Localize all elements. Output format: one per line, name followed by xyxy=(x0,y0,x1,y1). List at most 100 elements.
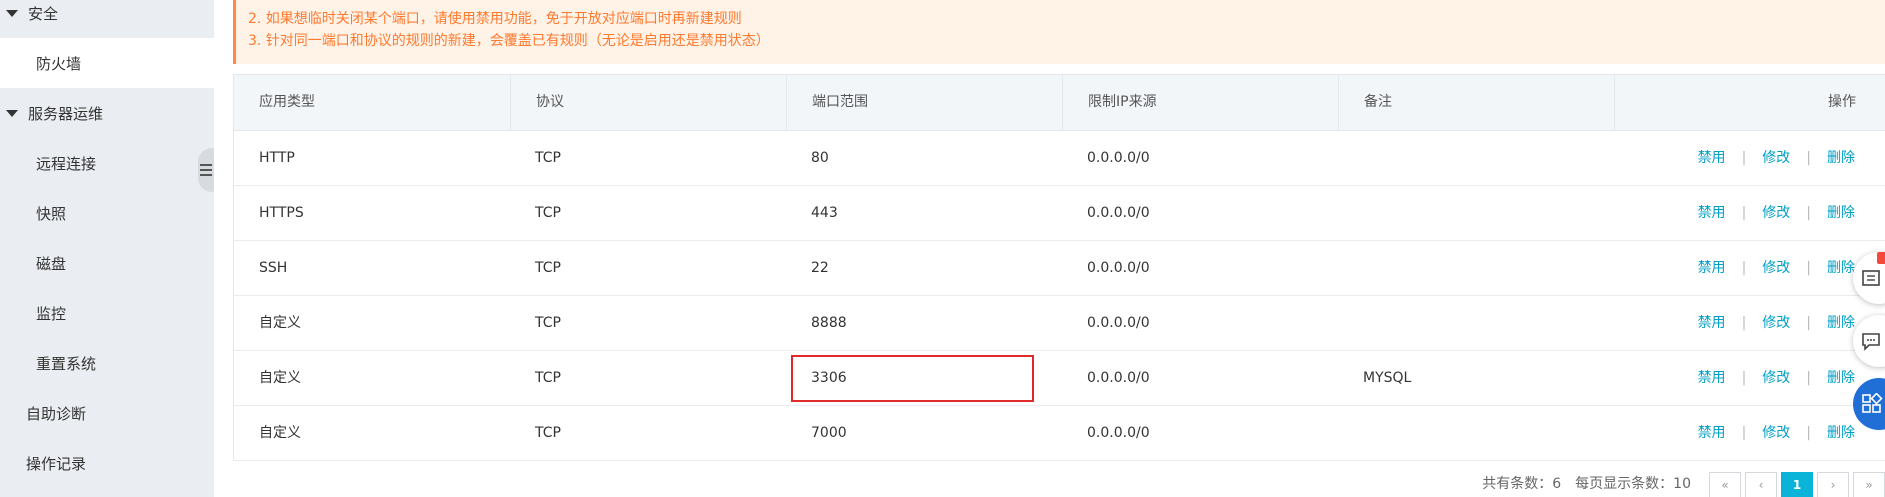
notification-badge xyxy=(1877,252,1885,264)
sidebar-item-label: 安全 xyxy=(28,4,59,23)
sidebar-section-server-ops[interactable]: 服务器运维 xyxy=(0,88,214,138)
action-separator: | xyxy=(1806,425,1811,441)
cell-port: 80 xyxy=(811,150,829,166)
column-header-protocol: 协议 xyxy=(510,75,786,130)
cell-protocol: TCP xyxy=(535,260,561,276)
table-row: HTTP TCP 80 0.0.0.0/0 禁用 | 修改 | 删除 xyxy=(233,131,1885,186)
row-actions: 禁用 | 修改 | 删除 xyxy=(1698,351,1855,405)
disable-link[interactable]: 禁用 xyxy=(1698,315,1726,331)
edit-link[interactable]: 修改 xyxy=(1762,150,1790,166)
row-actions: 禁用 | 修改 | 删除 xyxy=(1698,296,1855,350)
sidebar-item-monitor[interactable]: 监控 xyxy=(0,288,214,338)
edit-link[interactable]: 修改 xyxy=(1762,315,1790,331)
action-separator: | xyxy=(1806,315,1811,331)
current-page-button[interactable]: 1 xyxy=(1781,472,1813,497)
action-separator: | xyxy=(1741,315,1747,331)
cell-protocol: TCP xyxy=(535,425,561,441)
sidebar-section-security[interactable]: 安全 xyxy=(0,0,214,38)
action-separator: | xyxy=(1806,370,1811,386)
action-separator: | xyxy=(1806,260,1811,276)
cell-port: 22 xyxy=(811,260,829,276)
sidebar-item-label: 自助诊断 xyxy=(26,404,87,423)
table-row: HTTPS TCP 443 0.0.0.0/0 禁用 | 修改 | 删除 xyxy=(233,186,1885,241)
chat-icon xyxy=(1862,333,1880,351)
action-separator: | xyxy=(1741,370,1747,386)
pagination: 共有条数：6 每页显示条数：10 « ‹ 1 › » xyxy=(1482,472,1885,497)
cell-app-type: HTTPS xyxy=(259,205,304,221)
row-actions: 禁用 | 修改 | 删除 xyxy=(1698,241,1855,295)
delete-link[interactable]: 删除 xyxy=(1827,315,1855,331)
sidebar-item-label: 操作记录 xyxy=(26,454,87,473)
sidebar-item-firewall[interactable]: 防火墙 xyxy=(0,38,214,88)
disable-link[interactable]: 禁用 xyxy=(1698,370,1726,386)
sidebar-item-operation-log[interactable]: 操作记录 xyxy=(0,438,214,488)
edit-link[interactable]: 修改 xyxy=(1762,260,1790,276)
disable-link[interactable]: 禁用 xyxy=(1698,425,1726,441)
delete-link[interactable]: 删除 xyxy=(1827,150,1855,166)
delete-link[interactable]: 删除 xyxy=(1827,425,1855,441)
notice-line-3: 3. 针对同一端口和协议的规则的新建，会覆盖已有规则（无论是启用还是禁用状态） xyxy=(248,33,770,49)
cell-note xyxy=(1338,186,1363,240)
sidebar-item-snapshot[interactable]: 快照 xyxy=(0,188,214,238)
action-separator: | xyxy=(1806,150,1811,166)
sidebar-item-label: 监控 xyxy=(36,304,67,323)
sidebar-item-reset-system[interactable]: 重置系统 xyxy=(0,338,214,388)
notice-line-2: 2. 如果想临时关闭某个端口，请使用禁用功能，免于开放对应端口时再新建规则 xyxy=(248,11,742,27)
action-separator: | xyxy=(1806,205,1811,221)
disable-link[interactable]: 禁用 xyxy=(1698,260,1726,276)
cell-source: 0.0.0.0/0 xyxy=(1087,425,1150,441)
cell-protocol: TCP xyxy=(535,370,561,386)
cell-port: 3306 xyxy=(811,370,847,386)
table-row: 自定义 TCP 8888 0.0.0.0/0 禁用 | 修改 | 删除 xyxy=(233,296,1885,351)
first-page-button[interactable]: « xyxy=(1709,472,1741,497)
cell-port: 8888 xyxy=(811,315,847,331)
cell-source: 0.0.0.0/0 xyxy=(1087,150,1150,166)
column-header-actions: 操作 xyxy=(1614,75,1885,130)
sidebar-item-label: 远程连接 xyxy=(36,154,97,173)
cell-app-type: 自定义 xyxy=(259,315,301,331)
last-page-button[interactable]: » xyxy=(1853,472,1885,497)
caret-down-icon xyxy=(6,9,18,17)
sidebar-collapse-toggle[interactable] xyxy=(198,148,214,192)
cell-protocol: TCP xyxy=(535,205,561,221)
delete-link[interactable]: 删除 xyxy=(1827,260,1855,276)
delete-link[interactable]: 删除 xyxy=(1827,205,1855,221)
firewall-rules-table: 应用类型 协议 端口范围 限制IP来源 备注 操作 HTTP TCP 80 0.… xyxy=(233,74,1885,461)
cell-port: 7000 xyxy=(811,425,847,441)
menu-collapse-icon xyxy=(200,164,212,176)
book-icon xyxy=(1862,270,1880,286)
table-row: 自定义 TCP 3306 0.0.0.0/0 MYSQL 禁用 | 修改 | 删除 xyxy=(233,351,1885,406)
row-actions: 禁用 | 修改 | 删除 xyxy=(1698,131,1855,185)
total-count: 共有条数：6 xyxy=(1482,476,1562,492)
action-separator: | xyxy=(1741,150,1747,166)
cell-source: 0.0.0.0/0 xyxy=(1087,260,1150,276)
disable-link[interactable]: 禁用 xyxy=(1698,205,1726,221)
edit-link[interactable]: 修改 xyxy=(1762,205,1790,221)
cell-protocol: TCP xyxy=(535,150,561,166)
sidebar-item-remote-connect[interactable]: 远程连接 xyxy=(0,138,214,188)
sidebar-item-label: 重置系统 xyxy=(36,354,97,373)
sidebar-item-disk[interactable]: 磁盘 xyxy=(0,238,214,288)
cell-app-type: 自定义 xyxy=(259,425,301,441)
column-header-note: 备注 xyxy=(1338,75,1614,130)
edit-link[interactable]: 修改 xyxy=(1762,425,1790,441)
cell-app-type: 自定义 xyxy=(259,370,301,386)
cell-app-type: SSH xyxy=(259,260,288,276)
sidebar-item-label: 防火墙 xyxy=(36,54,82,73)
next-page-button[interactable]: › xyxy=(1817,472,1849,497)
column-header-app-type: 应用类型 xyxy=(259,94,315,110)
edit-link[interactable]: 修改 xyxy=(1762,370,1790,386)
cell-app-type: HTTP xyxy=(259,150,295,166)
cell-source: 0.0.0.0/0 xyxy=(1087,205,1150,221)
cell-port: 443 xyxy=(811,205,838,221)
action-separator: | xyxy=(1741,425,1747,441)
sidebar: 安全 防火墙 服务器运维 远程连接 快照 磁盘 监控 重置系统 自助诊断 操作记… xyxy=(0,0,214,497)
disable-link[interactable]: 禁用 xyxy=(1698,150,1726,166)
page-size: 每页显示条数：10 xyxy=(1575,476,1691,492)
row-actions: 禁用 | 修改 | 删除 xyxy=(1698,406,1855,460)
delete-link[interactable]: 删除 xyxy=(1827,370,1855,386)
table-row: SSH TCP 22 0.0.0.0/0 禁用 | 修改 | 删除 xyxy=(233,241,1885,296)
prev-page-button[interactable]: ‹ xyxy=(1745,472,1777,497)
sidebar-item-self-diagnosis[interactable]: 自助诊断 xyxy=(0,388,214,438)
cell-note xyxy=(1338,406,1363,460)
